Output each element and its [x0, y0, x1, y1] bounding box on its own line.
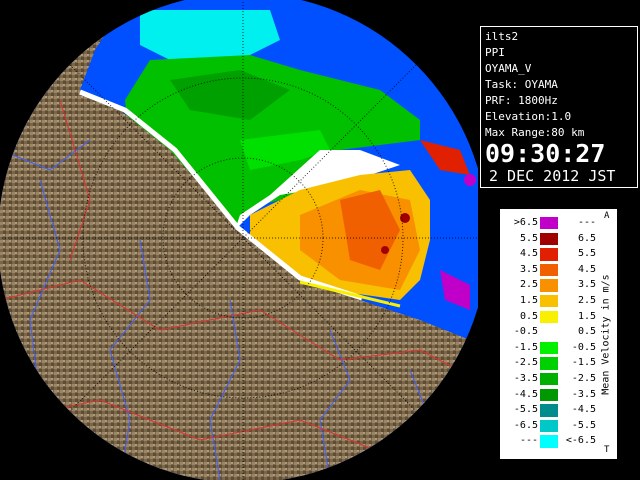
legend-low-value: -6.5 [513, 419, 538, 431]
legend-color-swatch [540, 404, 558, 417]
max-range-value: Max Range:80 km [485, 126, 585, 139]
legend-color-swatch [540, 232, 558, 245]
legend-high-value: 5.5 [577, 248, 596, 260]
legend-low-value: -4.5 [513, 388, 538, 400]
legend-high-value: -0.5 [571, 341, 596, 353]
legend-color-swatch [540, 295, 558, 308]
legend-high-value: 4.5 [577, 263, 596, 275]
task-name: Task: OYAMA [485, 78, 558, 91]
legend-low-value: 5.5 [519, 232, 538, 244]
legend-low-value: 4.5 [519, 248, 538, 260]
legend-title: Mean Velocity in m/s [598, 257, 614, 417]
legend-color-swatch [540, 248, 558, 261]
legend-low-value: -2.5 [513, 357, 538, 369]
legend-high-value: --- [577, 217, 596, 228]
legend-high-value: 0.5 [577, 326, 596, 338]
legend-color-swatch [540, 419, 558, 433]
legend-bottom-marker: T [604, 445, 610, 455]
legend-color-swatch [540, 326, 558, 339]
product-name: OYAMA_V [485, 62, 532, 75]
legend-color-swatch [540, 217, 558, 230]
legend-row: >6.5 --- [500, 217, 617, 230]
legend-high-value: -2.5 [571, 373, 596, 384]
legend-high-value: <-6.5 [565, 435, 596, 447]
legend-color-swatch [540, 341, 558, 355]
legend-high-value: -5.5 [571, 419, 596, 431]
velocity-legend: A >6.5 --- 5.5 6.5 4.5 5.5 3.5 4.5 2.5 3.5 1.5 2.5 0… [499, 208, 618, 460]
legend-low-value: -0.5 [513, 326, 538, 338]
radar-ppi-display[interactable] [0, 0, 478, 480]
legend-row: -6.5 -5.5 [500, 419, 617, 433]
legend-low-value: -1.5 [513, 341, 538, 353]
scan-date: 2 DEC 2012 JST [489, 167, 616, 185]
scan-time: 09:30:27 [485, 139, 606, 168]
legend-low-value: 0.5 [519, 310, 538, 322]
legend-high-value: 1.5 [577, 310, 596, 322]
legend-color-swatch [540, 357, 558, 370]
legend-color-swatch [540, 435, 558, 448]
legend-high-value: -1.5 [571, 357, 596, 369]
legend-row: 5.5 6.5 [500, 232, 617, 245]
legend-low-value: -5.5 [513, 404, 538, 416]
legend-color-swatch [540, 388, 558, 401]
legend-low-value: 3.5 [519, 263, 538, 275]
prf-value: PRF: 1800Hz [485, 94, 558, 107]
radar-map [0, 0, 478, 480]
legend-low-value: 2.5 [519, 279, 538, 291]
legend-high-value: 6.5 [577, 232, 596, 244]
legend-color-swatch [540, 263, 558, 277]
legend-low-value: -3.5 [513, 373, 538, 384]
legend-low-value: 1.5 [519, 295, 538, 306]
legend-row: --- <-6.5 [500, 435, 617, 448]
site-name: ilts2 [485, 30, 519, 43]
radar-info-panel: ilts2 PPI OYAMA_V Task: OYAMA PRF: 1800H… [480, 26, 638, 188]
elevation-value: Elevation:1.0 [485, 110, 572, 123]
legend-color-swatch [540, 373, 558, 386]
legend-title-text: Mean Velocity in m/s [600, 274, 612, 395]
legend-color-swatch [540, 279, 558, 292]
legend-low-value: --- [519, 435, 538, 447]
legend-high-value: -3.5 [571, 388, 596, 400]
legend-color-swatch [540, 310, 558, 323]
legend-high-value: -4.5 [571, 404, 596, 416]
legend-high-value: 2.5 [577, 295, 596, 306]
legend-high-value: 3.5 [577, 279, 596, 291]
legend-low-value: >6.5 [513, 217, 538, 228]
scan-mode: PPI [485, 46, 505, 59]
